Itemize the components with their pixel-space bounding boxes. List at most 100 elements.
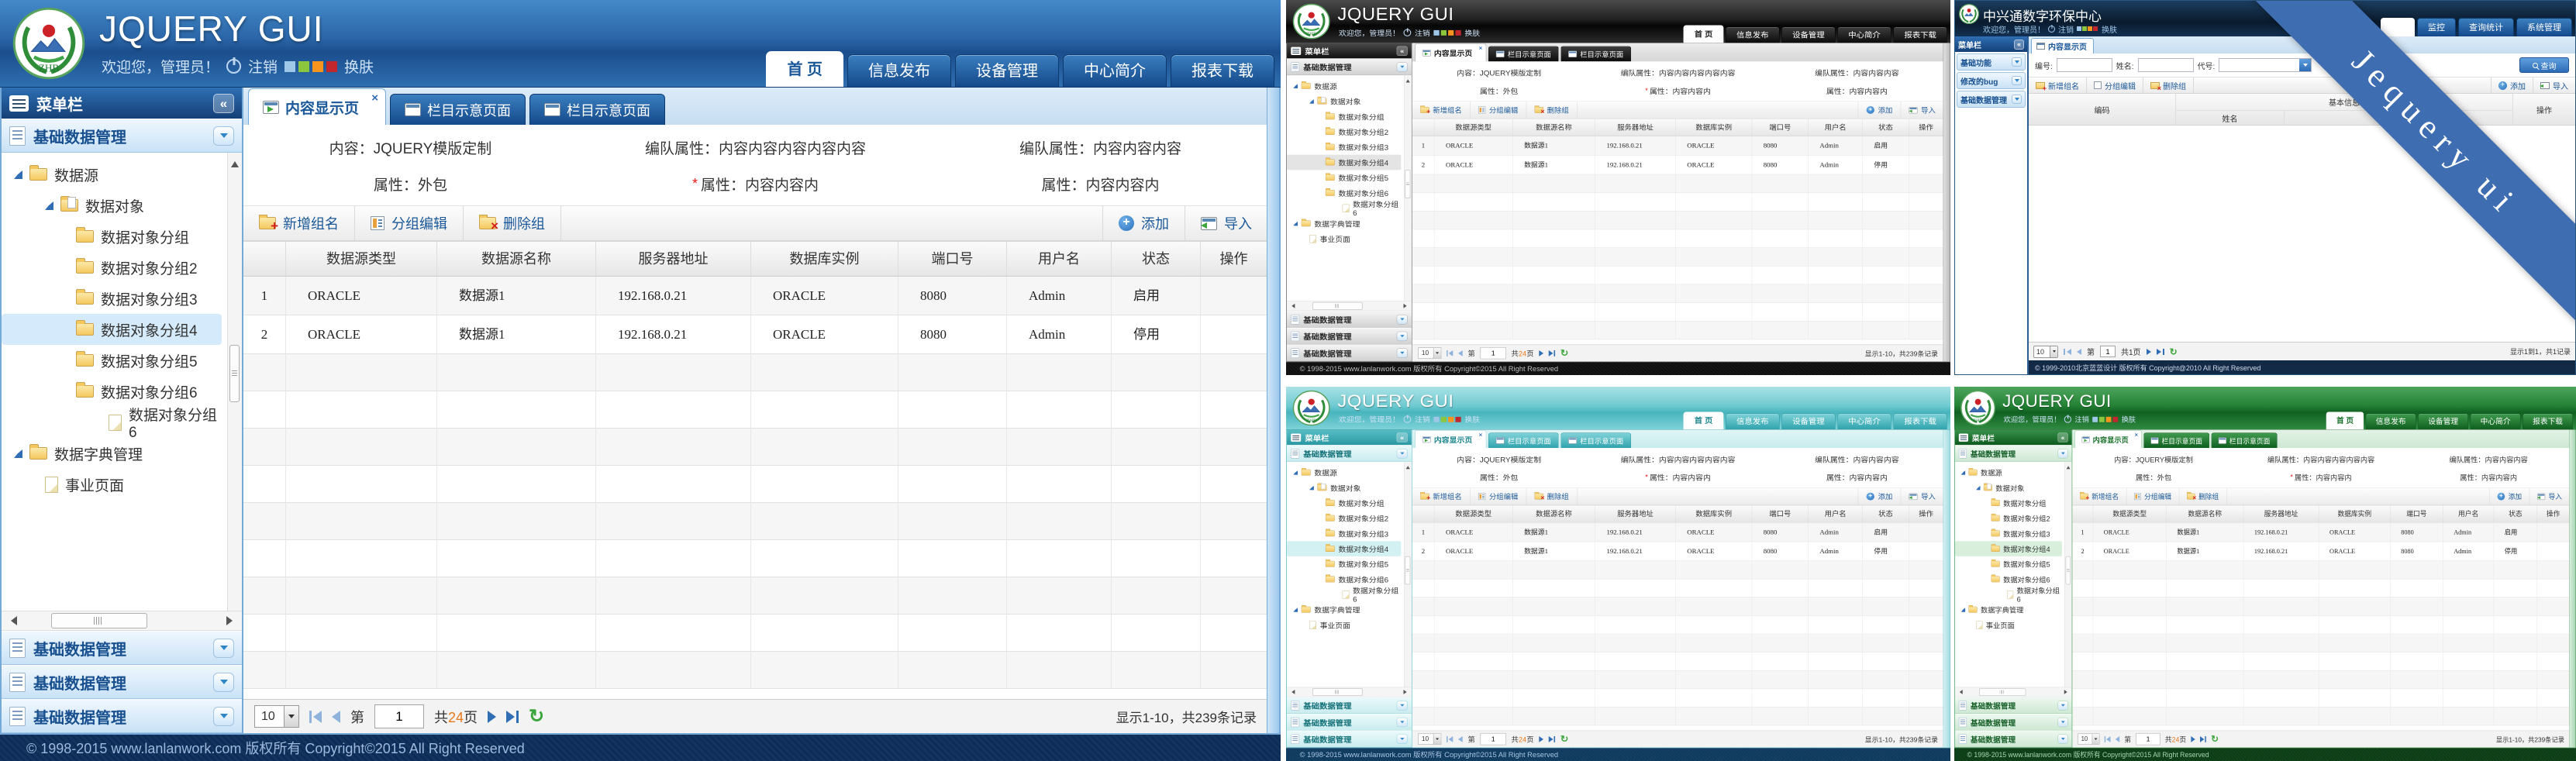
chevron-down-icon[interactable]	[2058, 718, 2068, 727]
tab-column-page-1[interactable]: 栏目示意页面	[2143, 433, 2209, 449]
scrollbar-thumb[interactable]	[51, 613, 147, 628]
sidebar-collapse-button[interactable]: «	[2014, 40, 2024, 50]
scrollbar-thumb[interactable]	[1979, 688, 2026, 696]
sidebar-collapse-button[interactable]: «	[2058, 432, 2068, 442]
dropdown-arrow-icon[interactable]	[1433, 734, 1441, 744]
logout-link[interactable]: 注销	[2058, 23, 2074, 35]
accordion-header-2[interactable]: 基础数据管理	[1955, 714, 2071, 731]
nav-tab-device[interactable]: 设备管理	[1781, 27, 1836, 43]
next-page-button[interactable]	[1539, 350, 1543, 356]
accordion-basic-data[interactable]: 基础数据管理	[1957, 91, 2026, 108]
tree-item-group5[interactable]: 数据对象分组5	[1287, 170, 1401, 185]
search-button[interactable]: 查询	[2519, 57, 2569, 73]
table-row-1[interactable]: 1 ORACLE 数据源1 192.168.0.21 ORACLE 8080 A…	[243, 277, 1267, 315]
accordion-basic-functions[interactable]: 基础功能	[1957, 53, 2026, 71]
chevron-down-icon[interactable]	[1397, 734, 1408, 743]
accordion-header-top[interactable]: 基础数据管理	[1287, 445, 1412, 462]
tree-item-datasource[interactable]: 数据源	[2, 159, 222, 190]
sidebar-collapse-button[interactable]: «	[1397, 46, 1408, 55]
tree-item-dataobject[interactable]: 数据对象	[2, 190, 222, 221]
chevron-down-icon[interactable]	[2012, 57, 2022, 67]
tree-expand-icon[interactable]	[14, 170, 22, 179]
refresh-icon[interactable]: ↻	[529, 708, 544, 726]
tree-item-datasource[interactable]: 数据源	[1955, 465, 2062, 480]
prev-page-button[interactable]	[1458, 736, 1463, 742]
page-number-input[interactable]	[1481, 347, 1506, 359]
accordion-header-1[interactable]: 基础数据管理	[2, 631, 242, 665]
tree-item-group6-child[interactable]: 数据对象分组6	[2, 407, 222, 438]
accordion-fixed-bugs[interactable]: 修改的bug	[1957, 72, 2026, 89]
delete-group-button[interactable]: 删除组	[2143, 77, 2194, 93]
accordion-header-1[interactable]: 基础数据管理	[1287, 697, 1412, 714]
add-group-button[interactable]: 新增组名	[243, 206, 355, 240]
nav-tab-device[interactable]: 设备管理	[955, 54, 1059, 87]
page-number-input[interactable]	[2100, 346, 2116, 357]
dropdown-arrow-icon[interactable]	[284, 706, 298, 727]
tree-item-group2[interactable]: 数据对象分组2	[1287, 124, 1401, 139]
page-number-input[interactable]	[374, 704, 424, 728]
tab-content-display[interactable]: 内容显示页	[2031, 38, 2094, 53]
skin-swatch-red[interactable]	[2112, 417, 2118, 422]
import-button[interactable]: 导入	[1185, 206, 1267, 240]
last-page-button[interactable]	[2157, 349, 2164, 355]
scrollbar-thumb[interactable]	[2066, 556, 2071, 584]
accordion-header-3[interactable]: 基础数据管理	[2, 699, 242, 733]
tree-horizontal-scrollbar[interactable]	[1287, 301, 1412, 311]
tree-item-group5[interactable]: 数据对象分组5	[1287, 556, 1401, 572]
scroll-left-icon[interactable]	[1289, 304, 1295, 308]
import-button[interactable]: 导入	[2529, 488, 2570, 505]
refresh-icon[interactable]: ↻	[2211, 735, 2219, 744]
skin-swatch-orange[interactable]	[1448, 30, 1454, 36]
add-button[interactable]: 添加	[2489, 488, 2529, 505]
chevron-down-icon[interactable]	[1397, 718, 1408, 727]
refresh-icon[interactable]: ↻	[1560, 349, 1568, 358]
add-button[interactable]: 添加	[1858, 102, 1901, 119]
tree-item-group4-selected[interactable]: 数据对象分组4	[2, 314, 222, 345]
tree-expand-icon[interactable]	[1293, 222, 1298, 226]
scroll-right-icon[interactable]	[1403, 304, 1409, 308]
last-page-button[interactable]	[1549, 350, 1555, 356]
tab-column-page-2[interactable]: 栏目示意页面	[1560, 433, 1631, 449]
accordion-header-3[interactable]: 基础数据管理	[1287, 345, 1412, 362]
scroll-up-icon[interactable]	[2067, 464, 2071, 469]
scroll-up-icon[interactable]	[231, 157, 239, 167]
scroll-left-icon[interactable]	[1289, 690, 1295, 694]
skin-swatch-red[interactable]	[2093, 26, 2098, 31]
tree-item-group3[interactable]: 数据对象分组3	[1287, 139, 1401, 155]
first-page-button[interactable]	[309, 711, 322, 723]
page-size-select[interactable]: 10	[2078, 734, 2099, 745]
skin-swatch-green[interactable]	[298, 61, 309, 72]
page-size-select[interactable]: 10	[254, 705, 299, 728]
chevron-down-icon[interactable]	[213, 639, 234, 658]
logout-link[interactable]: 注销	[1415, 414, 1430, 424]
dropdown-arrow-icon[interactable]	[2092, 734, 2099, 744]
scroll-right-icon[interactable]	[1403, 690, 1409, 694]
chevron-down-icon[interactable]	[2012, 76, 2022, 85]
nav-tab-device[interactable]: 设备管理	[1781, 413, 1836, 429]
prev-page-button[interactable]	[332, 711, 340, 723]
skin-swatch-orange[interactable]	[312, 61, 323, 72]
tree-item-group4-selected[interactable]: 数据对象分组4	[1287, 541, 1401, 556]
nav-tab-about[interactable]: 中心简介	[1063, 54, 1167, 87]
add-group-button[interactable]: 新增组名	[1412, 488, 1471, 505]
nav-tab-home[interactable]: 首 页	[1684, 26, 1724, 43]
scroll-left-icon[interactable]	[6, 616, 17, 625]
scrollbar-thumb[interactable]	[1405, 170, 1411, 198]
scroll-right-icon[interactable]	[226, 616, 237, 625]
tree-item-group2[interactable]: 数据对象分组2	[2, 252, 222, 283]
skin-swatch-blue[interactable]	[2077, 26, 2081, 31]
tree-expand-icon[interactable]	[1309, 486, 1314, 490]
nav-tab-query-stats[interactable]: 查询统计	[2458, 18, 2514, 36]
tree-item-group2[interactable]: 数据对象分组2	[1955, 511, 2062, 526]
page-number-input[interactable]	[2136, 733, 2160, 745]
next-page-button[interactable]	[488, 711, 496, 723]
tree-item-group6-child[interactable]: 数据对象分组6	[1287, 587, 1401, 602]
tree-expand-icon[interactable]	[1961, 608, 1965, 611]
tab-content-display[interactable]: 内容显示页 ×	[2074, 430, 2141, 448]
tree-vertical-scrollbar[interactable]	[227, 153, 242, 611]
import-button[interactable]: 导入	[1901, 102, 1944, 119]
skin-link[interactable]: 换肤	[1464, 414, 1480, 424]
first-page-button[interactable]	[2105, 736, 2111, 742]
accordion-header-3[interactable]: 基础数据管理	[1955, 731, 2071, 748]
chevron-down-icon[interactable]	[2058, 701, 2068, 710]
